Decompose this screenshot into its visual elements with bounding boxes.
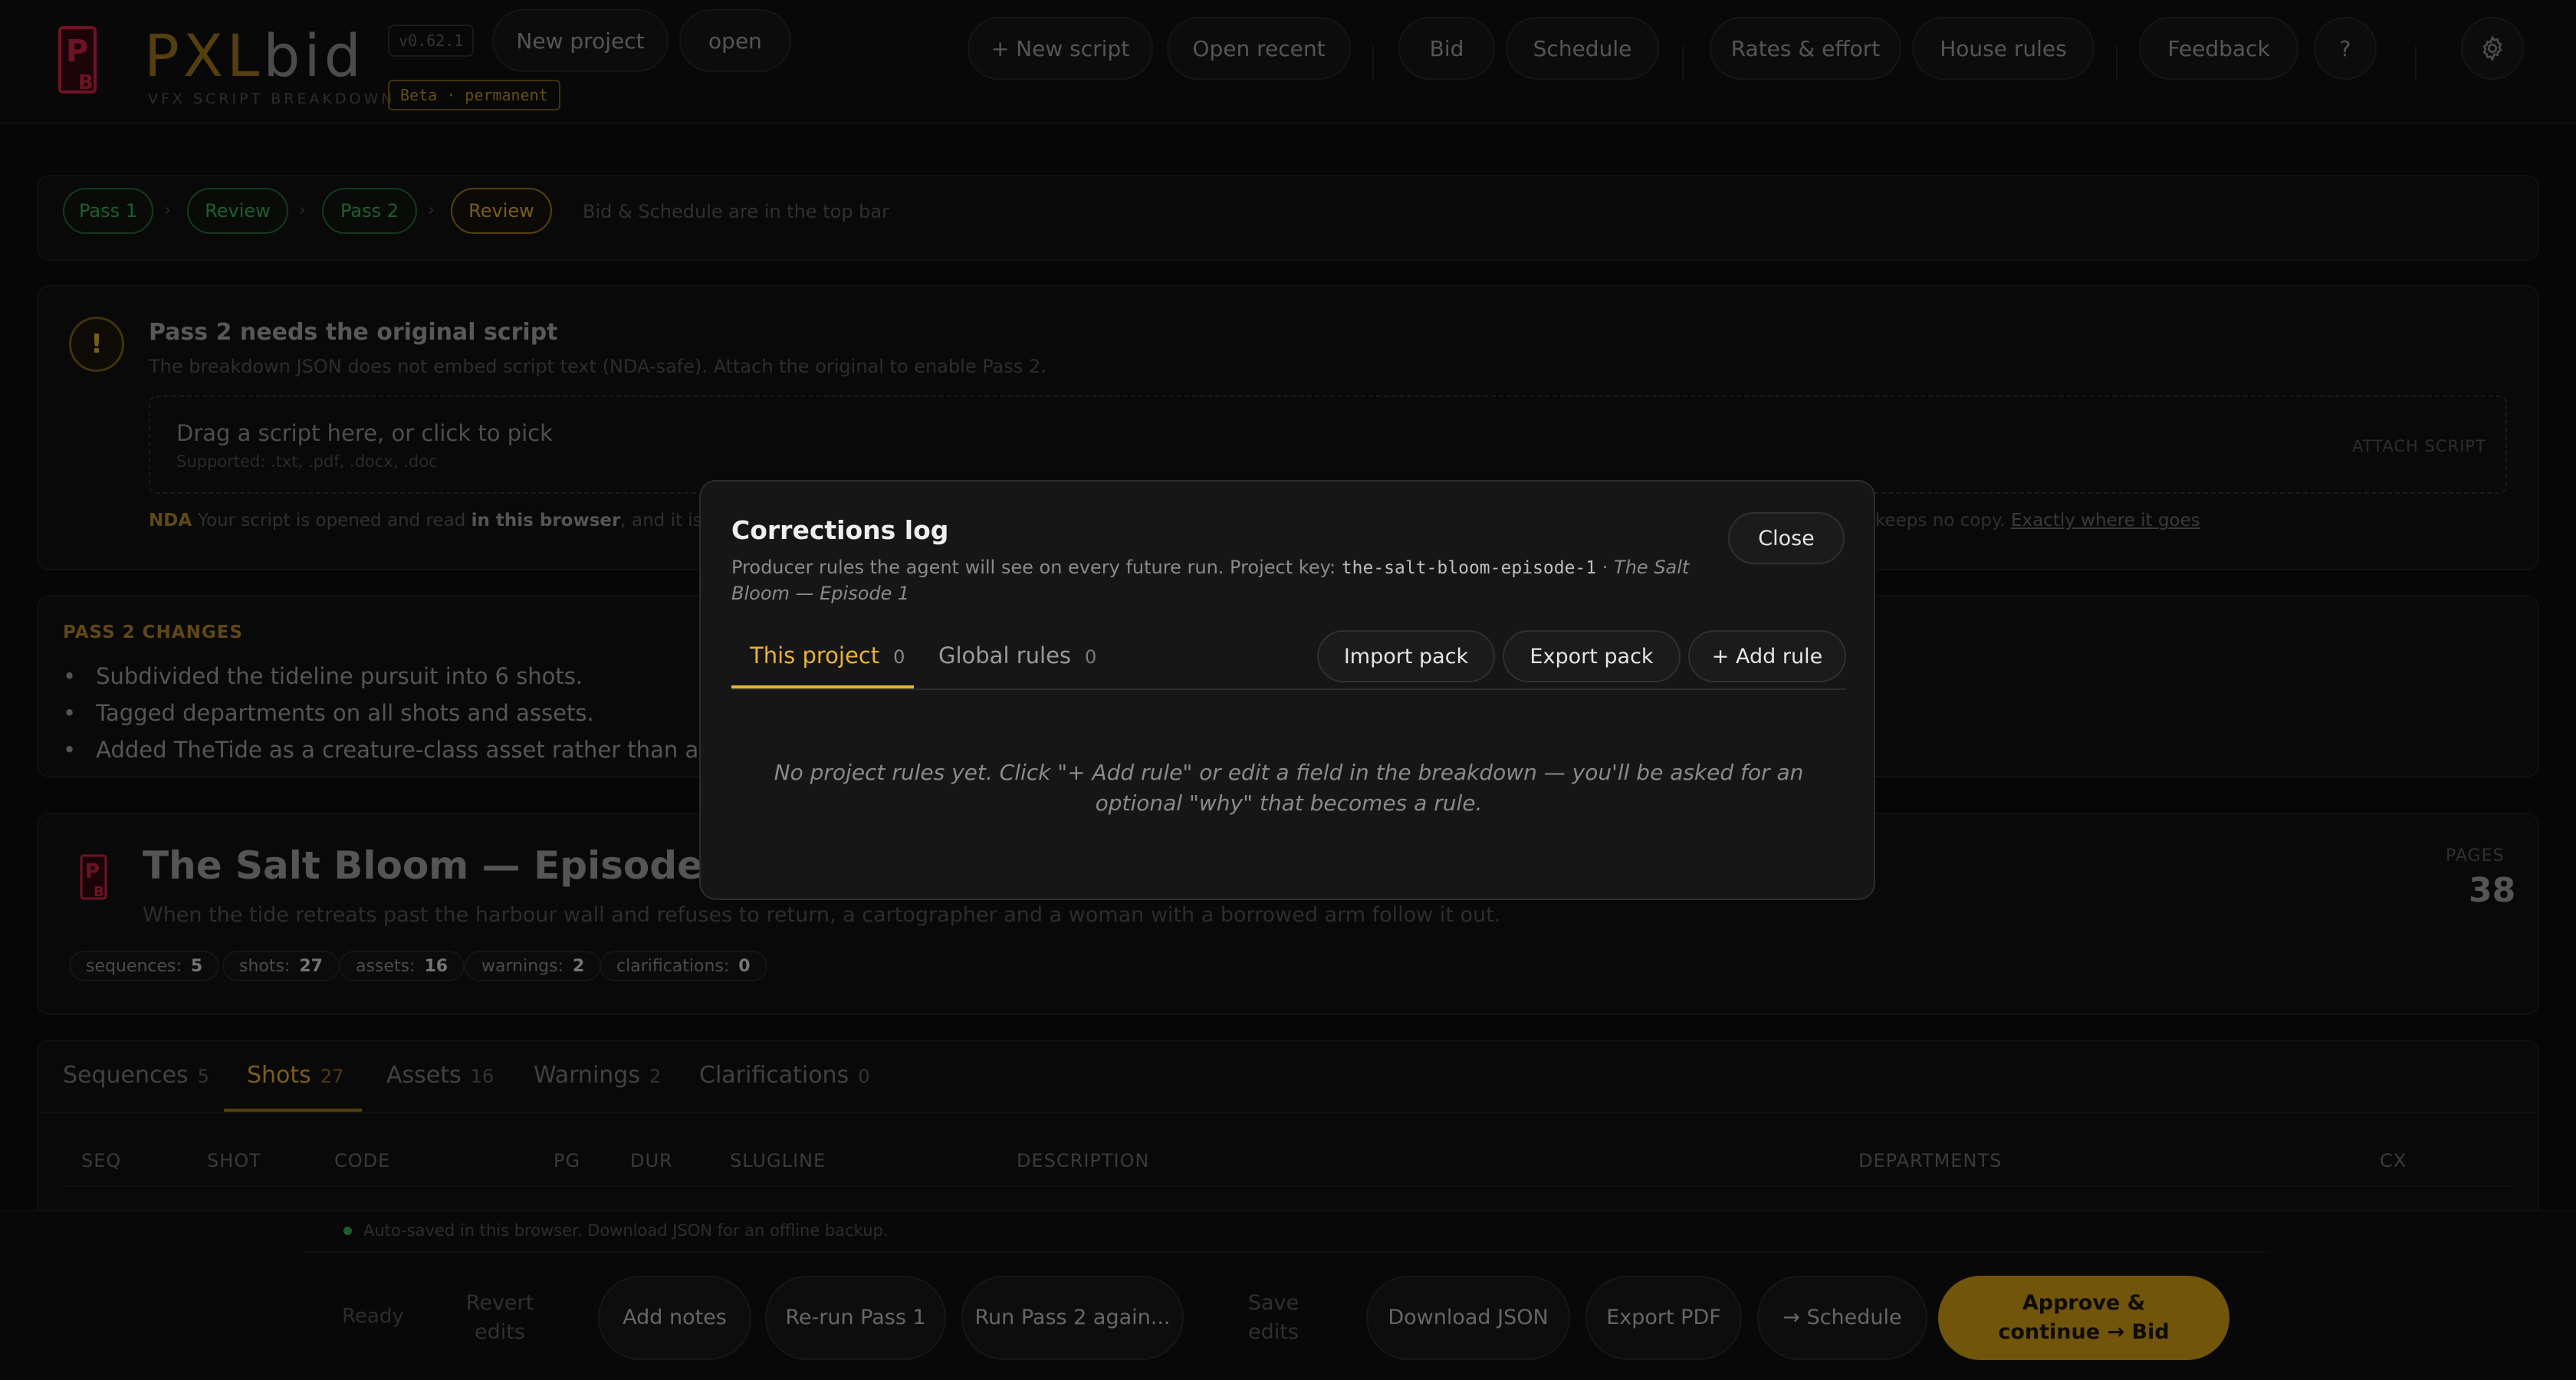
modal-tab-this-project[interactable]: This project 0 xyxy=(750,642,905,669)
modal-tab-global-rules[interactable]: Global rules 0 xyxy=(938,642,1096,669)
empty-state-message: No project rules yet. Click "+ Add rule"… xyxy=(774,760,1804,816)
modal-description: Producer rules the agent will see on eve… xyxy=(731,557,1690,604)
corrections-log-dialog: Corrections log Close Producer rules the… xyxy=(699,480,1875,900)
import-pack-button[interactable]: Import pack xyxy=(1317,630,1495,682)
export-pack-button[interactable]: Export pack xyxy=(1503,630,1681,682)
close-button[interactable]: Close xyxy=(1728,512,1845,564)
modal-tabs-divider xyxy=(731,688,1846,690)
add-rule-button[interactable]: + Add rule xyxy=(1688,630,1846,682)
modal-title: Corrections log xyxy=(731,515,949,545)
project-key: the-salt-bloom-episode-1 xyxy=(1341,558,1597,578)
